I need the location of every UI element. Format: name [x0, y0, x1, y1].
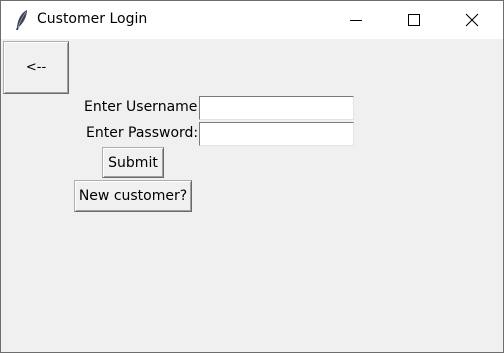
login-window: Customer Login <-- Enter Username: Enter…	[0, 0, 504, 353]
back-button[interactable]: <--	[3, 41, 69, 94]
username-input[interactable]	[199, 96, 354, 120]
maximize-button[interactable]	[385, 1, 443, 39]
password-input[interactable]	[199, 122, 354, 146]
password-label: Enter Password:	[86, 125, 199, 141]
title-bar[interactable]: Customer Login	[1, 1, 503, 39]
feather-icon	[13, 9, 31, 31]
minimize-icon	[350, 20, 362, 21]
minimize-button[interactable]	[327, 1, 385, 39]
maximize-icon	[408, 14, 420, 26]
close-button[interactable]	[443, 1, 501, 39]
close-icon	[465, 13, 479, 27]
window-content: <-- Enter Username: Enter Password: Subm…	[1, 39, 503, 352]
submit-button[interactable]: Submit	[102, 147, 164, 178]
window-title: Customer Login	[37, 11, 148, 27]
new-customer-button[interactable]: New customer?	[74, 180, 192, 212]
username-label: Enter Username:	[84, 99, 203, 115]
